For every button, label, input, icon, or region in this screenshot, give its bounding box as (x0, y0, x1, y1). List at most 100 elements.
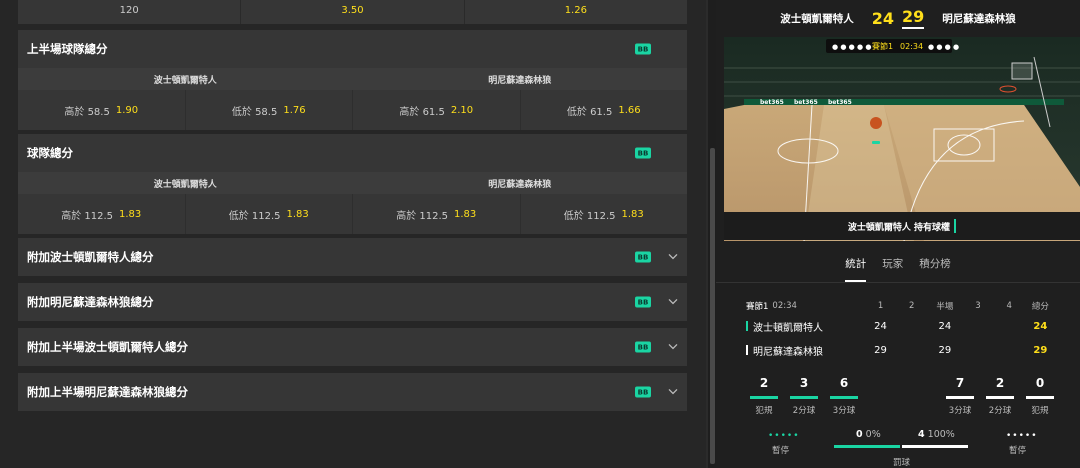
market-collapsed[interactable]: 附加波士頓凱爾特人總分 BB (18, 238, 687, 276)
chevron-down-icon[interactable] (667, 340, 679, 352)
market-collapsed[interactable]: 附加上半場明尼蘇達森林狼總分 BB (18, 373, 687, 411)
home-ft-count: 0 (856, 429, 863, 440)
odds-button[interactable]: 低於 112.5 1.83 (186, 194, 353, 234)
q1-score: 24 (874, 320, 887, 332)
possession-banner: 波士頓凱爾特人 持有球權 (724, 212, 1080, 240)
home-timeouts-dots: ••••• (768, 431, 800, 441)
odds-price: 3.50 (341, 4, 364, 16)
odds-cell[interactable]: 3.50 (241, 0, 465, 24)
market-first-half-team-totals: 上半場球隊總分 BB 波士頓凱爾特人 明尼蘇達森林狼 高於 58.5 1.90 低… (18, 30, 687, 130)
match-animation: bet365 bet365 bet365 ● ● ● ● ● 賽節1 02:34… (724, 37, 1080, 241)
odds-label: 高於 58.5 (64, 106, 110, 118)
team-label: 明尼蘇達森林狼 (488, 75, 552, 86)
away-ft-count: 4 (918, 429, 925, 440)
stat-counter: 2 2分球 (980, 376, 1020, 416)
free-throws-label: 罰球 (893, 458, 911, 468)
column-header: 1 (877, 301, 884, 311)
stat-counter: 6 3分球 (824, 376, 864, 416)
bet-builder-badge: BB (635, 341, 651, 353)
match-live-panel: 波士頓凱爾特人 24 29 明尼蘇達森林狼 bet365 bet365 bet3… (716, 0, 1080, 468)
market-header[interactable]: 附加上半場明尼蘇達森林狼總分 BB (18, 373, 687, 411)
market-title: 上半場球隊總分 (27, 42, 108, 56)
column-header: 總分 (1031, 302, 1049, 312)
odds-price: 1.83 (621, 208, 644, 220)
counter-label: 2分球 (988, 406, 1012, 416)
team-color-bar (746, 345, 748, 355)
divider (716, 282, 1080, 283)
market-header[interactable]: 附加波士頓凱爾特人總分 BB (18, 238, 687, 276)
odds-button[interactable]: 高於 112.5 1.83 (353, 194, 521, 234)
odds-button[interactable]: 高於 61.5 2.10 (353, 90, 521, 130)
stat-counter: 2 犯規 (744, 376, 784, 416)
half-score: 24 (938, 320, 952, 332)
home-timeouts-label: 暫停 (772, 446, 790, 456)
quarter-scores-table: 賽節1 02:34 1 2 半場 3 4 總分 波士頓凱爾特人 24 24 24… (746, 298, 1056, 362)
table-row: 波士頓凱爾特人 24 24 24 (746, 314, 1056, 338)
odds-label: 高於 61.5 (399, 106, 445, 118)
away-timeouts-dots: ••••• (1006, 431, 1038, 441)
counter-value: 2 (759, 376, 769, 390)
basketball-court-graphic: bet365 bet365 bet365 ● ● ● ● ● 賽節1 02:34… (724, 37, 1080, 241)
scrollbar-thumb[interactable] (710, 148, 715, 464)
counter-value: 6 (839, 376, 849, 390)
markets-panel: 120 3.50 1.26 上半場球隊總分 BB 波士頓凱爾特人 明尼蘇達森林狼… (0, 0, 706, 468)
odds-button[interactable]: 低於 61.5 1.66 (521, 90, 688, 130)
away-counters: 7 3分球 2 2分球 0 犯規 (940, 376, 1060, 416)
bet-builder-badge: BB (635, 43, 651, 55)
clock-value: 02:34 (772, 301, 797, 311)
q1-score: 29 (874, 344, 887, 356)
tab-players[interactable]: 玩家 (882, 250, 903, 282)
odds-price: 2.10 (450, 104, 474, 116)
court-ad: bet365 (828, 99, 852, 106)
column-header: 3 (975, 301, 981, 311)
counter-label: 3分球 (948, 406, 972, 416)
counter-label: 2分球 (792, 406, 816, 416)
team-header-row: 波士頓凱爾特人 明尼蘇達森林狼 (18, 172, 687, 194)
odds-cell[interactable]: 1.26 (465, 0, 687, 24)
odds-label: 高於 112.5 (61, 210, 114, 222)
table-header: 賽節1 02:34 1 2 半場 3 4 總分 (746, 298, 1056, 314)
chevron-down-icon[interactable] (667, 295, 679, 307)
team-name: 波士頓凱爾特人 (753, 322, 823, 334)
market-header[interactable]: 球隊總分 BB (18, 134, 687, 172)
team-color-bar (746, 321, 748, 331)
line-value: 120 (119, 4, 139, 16)
market-collapsed[interactable]: 附加上半場波士頓凱爾特人總分 BB (18, 328, 687, 366)
team-header-row: 波士頓凱爾特人 明尼蘇達森林狼 (18, 68, 687, 90)
bet-builder-badge: BB (635, 296, 651, 308)
chevron-down-icon[interactable] (667, 250, 679, 262)
tab-stats[interactable]: 統計 (845, 250, 867, 282)
market-title: 附加波士頓凱爾特人總分 (27, 250, 154, 264)
column-header: 4 (1006, 301, 1012, 311)
odds-button[interactable]: 高於 112.5 1.83 (18, 194, 186, 234)
column-header: 2 (909, 301, 915, 311)
counter-label: 3分球 (832, 406, 856, 416)
away-free-throws: 4 100% (918, 429, 955, 440)
market-title: 球隊總分 (27, 146, 73, 160)
odds-button[interactable]: 高於 58.5 1.90 (18, 90, 186, 130)
counter-value: 7 (955, 376, 965, 390)
odds-label: 低於 112.5 (563, 210, 616, 222)
market-team-totals: 球隊總分 BB 波士頓凱爾特人 明尼蘇達森林狼 高於 112.5 1.83 低於 … (18, 134, 687, 234)
market-header[interactable]: 附加明尼蘇達森林狼總分 BB (18, 283, 687, 321)
odds-row-partial: 120 3.50 1.26 (18, 0, 687, 24)
tab-standings[interactable]: 積分榜 (919, 250, 951, 282)
odds-cell[interactable]: 120 (18, 0, 242, 24)
away-ft-bar (902, 445, 968, 448)
counter-label: 犯規 (1031, 406, 1049, 416)
scoreboard-header: 波士頓凱爾特人 24 29 明尼蘇達森林狼 (716, 0, 1080, 36)
court-ad: bet365 (794, 99, 818, 106)
chevron-down-icon[interactable] (667, 385, 679, 397)
market-header[interactable]: 上半場球隊總分 BB (18, 30, 687, 68)
odds-button[interactable]: 低於 112.5 1.83 (521, 194, 688, 234)
counter-value: 0 (1035, 376, 1045, 390)
away-timeouts-label: 暫停 (1009, 446, 1027, 456)
odds-price: 1.26 (564, 4, 587, 16)
half-score: 29 (938, 344, 952, 356)
period-label: 賽節1 (872, 41, 893, 51)
market-header[interactable]: 附加上半場波士頓凱爾特人總分 BB (18, 328, 687, 366)
market-collapsed[interactable]: 附加明尼蘇達森林狼總分 BB (18, 283, 687, 321)
table-row: 明尼蘇達森林狼 29 29 29 (746, 338, 1056, 362)
odds-button[interactable]: 低於 58.5 1.76 (186, 90, 353, 130)
stats-tabs: 統計 玩家 積分榜 (716, 250, 1080, 282)
